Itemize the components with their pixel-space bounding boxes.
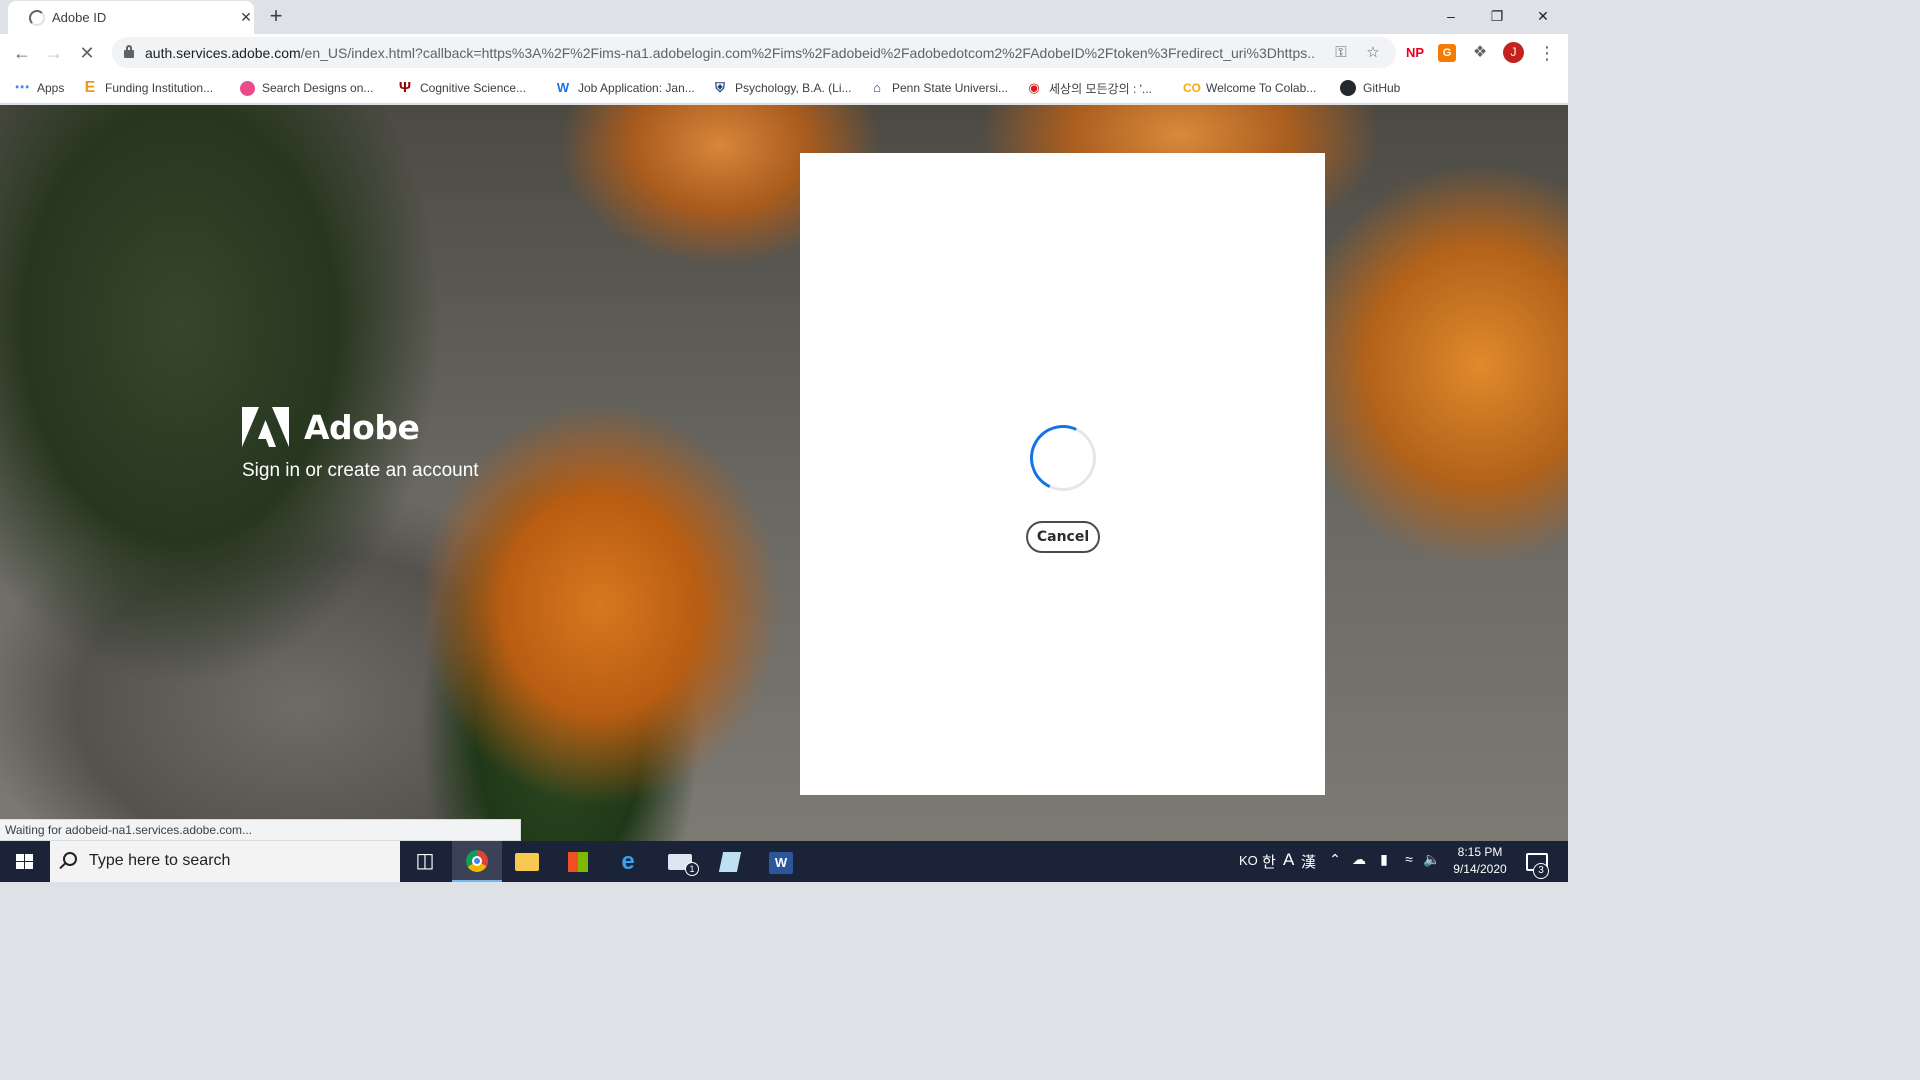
start-button[interactable]	[0, 841, 48, 882]
word-icon: W	[769, 852, 793, 874]
ime-hanja-toggle[interactable]: 漢	[1301, 851, 1316, 872]
notes-app-button[interactable]	[705, 841, 755, 882]
bookmark-apps[interactable]: ⋯ Apps	[14, 78, 65, 98]
bookmarks-bar: ⋯ Apps E Funding Institution... Search Des…	[0, 72, 1568, 104]
tab-adobe-id[interactable]: Adobe ID ✕	[8, 1, 254, 34]
wifi-icon[interactable]: ≈	[1399, 851, 1419, 867]
back-button[interactable]: ←	[8, 39, 36, 67]
file-explorer-button[interactable]	[502, 841, 552, 882]
bookmark-github[interactable]: GitHub	[1340, 78, 1400, 98]
key-icon[interactable]: ⚿	[1330, 42, 1352, 64]
minimize-button[interactable]: –	[1428, 0, 1474, 32]
bookmark-job-application[interactable]: W Job Application: Jan...	[555, 78, 695, 98]
windows-logo-icon	[16, 854, 33, 870]
extensions-puzzle-icon[interactable]: ❖	[1469, 43, 1491, 63]
shield-icon: ⛨	[715, 80, 725, 95]
word-taskbar-button[interactable]: W	[756, 841, 806, 882]
onedrive-cloud-icon[interactable]: ☁	[1349, 851, 1369, 868]
iu-icon: Ψ	[398, 79, 412, 96]
colab-icon: CO	[1183, 81, 1201, 95]
windows-taskbar: Type here to search ◫ e 1 W KO 한 A 漢 ⌃ ☁…	[0, 841, 1568, 882]
close-tab-icon[interactable]: ✕	[237, 7, 255, 27]
np-extension-icon[interactable]: NP	[1404, 43, 1426, 63]
mail-badge: 1	[685, 862, 699, 876]
forward-button[interactable]: →	[40, 39, 68, 67]
internet-explorer-button[interactable]: e	[603, 841, 653, 882]
volume-icon[interactable]: 🔈	[1422, 851, 1442, 868]
w-icon: W	[556, 80, 570, 95]
house-icon: ⌂	[873, 80, 881, 95]
store-bag-icon	[568, 852, 588, 872]
bookmark-star-icon[interactable]: ☆	[1362, 42, 1384, 64]
adobe-logo-icon	[242, 407, 289, 447]
restore-button[interactable]: ❐	[1474, 0, 1520, 32]
tab-strip: Adobe ID ✕ + – ❐ ✕	[0, 0, 1568, 34]
chrome-icon	[466, 850, 488, 872]
translate-extension-icon[interactable]: G	[1438, 44, 1456, 62]
folder-icon	[515, 853, 539, 871]
chrome-taskbar-button[interactable]	[452, 841, 502, 882]
apps-grid-icon: ⋯	[14, 79, 30, 96]
bookmark-search-designs[interactable]: Search Designs on...	[240, 78, 373, 98]
search-icon	[63, 852, 77, 866]
ime-hangul-toggle[interactable]: 한	[1262, 851, 1276, 872]
battery-icon[interactable]: ▮	[1374, 851, 1394, 868]
tab-title: Adobe ID	[52, 10, 107, 25]
notification-count-badge: 3	[1533, 863, 1549, 879]
browser-menu-icon[interactable]: ⋮	[1538, 40, 1556, 66]
mail-button[interactable]: 1	[655, 841, 705, 882]
bookmark-korean-lectures[interactable]: ◉ 세상의 모든강의 : '...	[1026, 78, 1152, 98]
url-text[interactable]: auth.services.adobe.com/en_US/index.html…	[145, 45, 1315, 61]
task-view-button[interactable]: ◫	[400, 841, 450, 882]
address-bar[interactable]: auth.services.adobe.com/en_US/index.html…	[112, 37, 1396, 68]
show-hidden-icons-chevron-icon[interactable]: ⌃	[1325, 851, 1345, 868]
ime-mode-toggle[interactable]: A	[1283, 850, 1294, 870]
lock-icon[interactable]	[124, 45, 134, 58]
notes-icon	[718, 852, 742, 872]
taskbar-search-box[interactable]: Type here to search	[50, 841, 400, 882]
new-tab-button[interactable]: +	[262, 4, 290, 30]
loading-icon	[29, 10, 45, 26]
clock-date: 9/14/2020	[1453, 862, 1507, 876]
bookmark-penn-state[interactable]: ⌂ Penn State Universi...	[869, 78, 1008, 98]
clock-time: 8:15 PM	[1457, 845, 1503, 859]
e-icon: E	[84, 79, 96, 96]
stop-loading-button[interactable]: ✕	[73, 39, 101, 67]
adobe-signin-page: Adobe Sign in or create an account Cance…	[0, 105, 1568, 841]
store-button[interactable]	[553, 841, 603, 882]
ie-icon: e	[621, 848, 635, 875]
bookmark-psychology[interactable]: ⛨ Psychology, B.A. (Li...	[712, 78, 851, 98]
brand-name: Adobe	[304, 408, 420, 447]
bookmark-funding[interactable]: E Funding Institution...	[82, 78, 213, 98]
signin-card: Cancel	[800, 153, 1325, 795]
search-placeholder: Type here to search	[89, 852, 231, 869]
system-clock[interactable]: 8:15 PM 9/14/2020	[1440, 844, 1520, 878]
bookmark-colab[interactable]: CO Welcome To Colab...	[1183, 78, 1316, 98]
bookmark-cognitive-science[interactable]: Ψ Cognitive Science...	[397, 78, 526, 98]
profile-avatar[interactable]: J	[1503, 42, 1524, 63]
language-indicator[interactable]: KO	[1239, 853, 1258, 868]
cancel-button[interactable]: Cancel	[1026, 521, 1100, 553]
close-window-button[interactable]: ✕	[1520, 0, 1566, 32]
browser-toolbar: ← → ✕ auth.services.adobe.com/en_US/inde…	[0, 34, 1568, 72]
korean-site-icon: ◉	[1028, 80, 1040, 95]
dribbble-icon	[240, 80, 255, 96]
github-icon	[1340, 80, 1356, 96]
loading-spinner	[1020, 415, 1106, 501]
status-bubble: Waiting for adobeid-na1.services.adobe.c…	[0, 819, 521, 841]
tagline: Sign in or create an account	[242, 460, 479, 481]
